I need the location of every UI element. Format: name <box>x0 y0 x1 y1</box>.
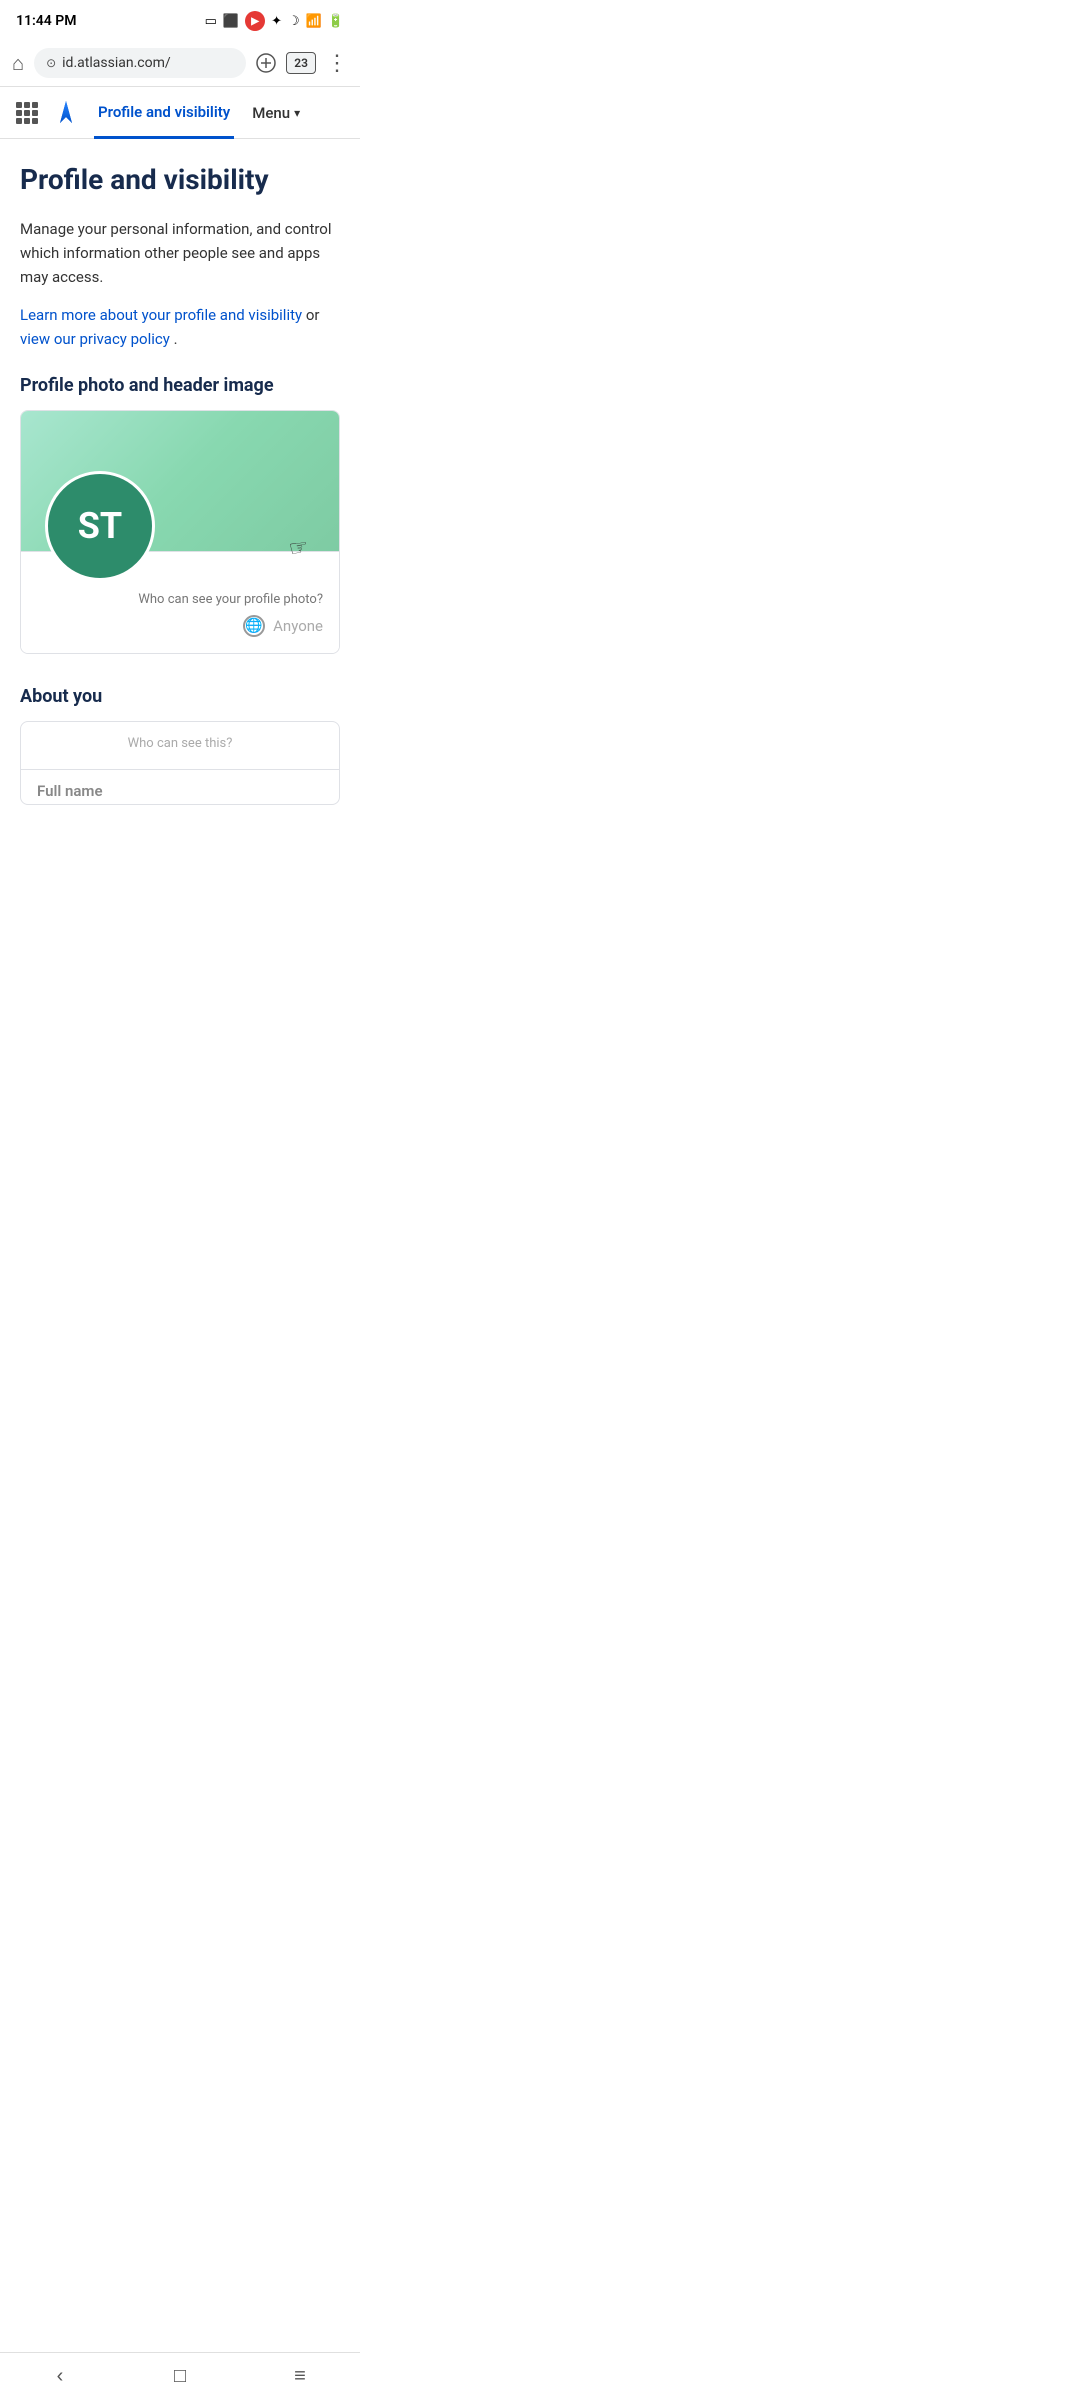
browser-home-button[interactable]: ⌂ <box>12 51 24 76</box>
page-title: Profile and visibility <box>20 163 340 197</box>
visibility-value: Anyone <box>273 617 323 635</box>
camera-icon: ⬛ <box>223 14 239 29</box>
privacy-policy-link[interactable]: view our privacy policy <box>20 330 174 348</box>
browser-url-box[interactable]: ⊙ id.atlassian.com/ <box>34 48 246 78</box>
browser-bar: ⌂ ⊙ id.atlassian.com/ 23 ⋮ <box>0 40 360 87</box>
more-options-button[interactable]: ⋮ <box>326 51 348 76</box>
recent-apps-button[interactable]: ≡ <box>276 2353 324 2400</box>
menu-button[interactable]: Menu ▾ <box>252 104 300 122</box>
profile-header-image[interactable]: ST ☞ <box>21 411 339 551</box>
new-tab-button[interactable] <box>256 53 276 73</box>
globe-icon: 🌐 <box>243 615 265 637</box>
status-time: 11:44 PM <box>16 13 77 29</box>
profile-photo-section-title: Profile photo and header image <box>20 375 340 396</box>
wifi-icon: 📶 <box>306 14 322 29</box>
about-card: Who can see this? Full name <box>20 721 340 805</box>
recording-icon: ▶ <box>245 11 265 31</box>
bluetooth-icon: ✦ <box>271 14 282 29</box>
moon-icon: ☽ <box>288 14 300 29</box>
who-can-see-label: Who can see this? <box>37 736 323 751</box>
learn-more-link[interactable]: Learn more about your profile and visibi… <box>20 306 306 324</box>
apps-grid-icon[interactable] <box>16 102 38 124</box>
profile-visibility-row[interactable]: 🌐 Anyone <box>37 615 323 637</box>
nav-bar: Profile and visibility Menu ▾ <box>0 87 360 139</box>
site-info-icon: ⊙ <box>46 56 56 70</box>
page-links: Learn more about your profile and visibi… <box>20 303 340 351</box>
profile-photo-card: ST ☞ Who can see your profile photo? 🌐 A… <box>20 410 340 654</box>
atlassian-logo[interactable] <box>52 99 80 127</box>
url-text: id.atlassian.com/ <box>62 55 170 71</box>
bottom-nav: ‹ □ ≡ <box>0 2352 360 2400</box>
chevron-down-icon: ▾ <box>294 106 300 120</box>
main-content: Profile and visibility Manage your perso… <box>0 139 360 865</box>
home-button[interactable]: □ <box>156 2353 204 2400</box>
status-bar: 11:44 PM ▭ ⬛ ▶ ✦ ☽ 📶 🔋 <box>0 0 360 40</box>
tabs-button[interactable]: 23 <box>286 52 316 74</box>
video-call-icon: ▭ <box>205 14 217 29</box>
avatar[interactable]: ST <box>45 471 155 581</box>
back-button[interactable]: ‹ <box>36 2353 84 2400</box>
about-section-title: About you <box>20 686 340 707</box>
page-description: Manage your personal information, and co… <box>20 217 340 289</box>
full-name-label: Full name <box>21 770 339 804</box>
battery-icon: 🔋 <box>328 14 344 29</box>
status-icons: ▭ ⬛ ▶ ✦ ☽ 📶 🔋 <box>205 11 344 31</box>
about-card-header: Who can see this? <box>21 722 339 770</box>
profile-photo-question: Who can see your profile photo? <box>37 592 323 607</box>
profile-visibility-tab[interactable]: Profile and visibility <box>94 88 234 139</box>
